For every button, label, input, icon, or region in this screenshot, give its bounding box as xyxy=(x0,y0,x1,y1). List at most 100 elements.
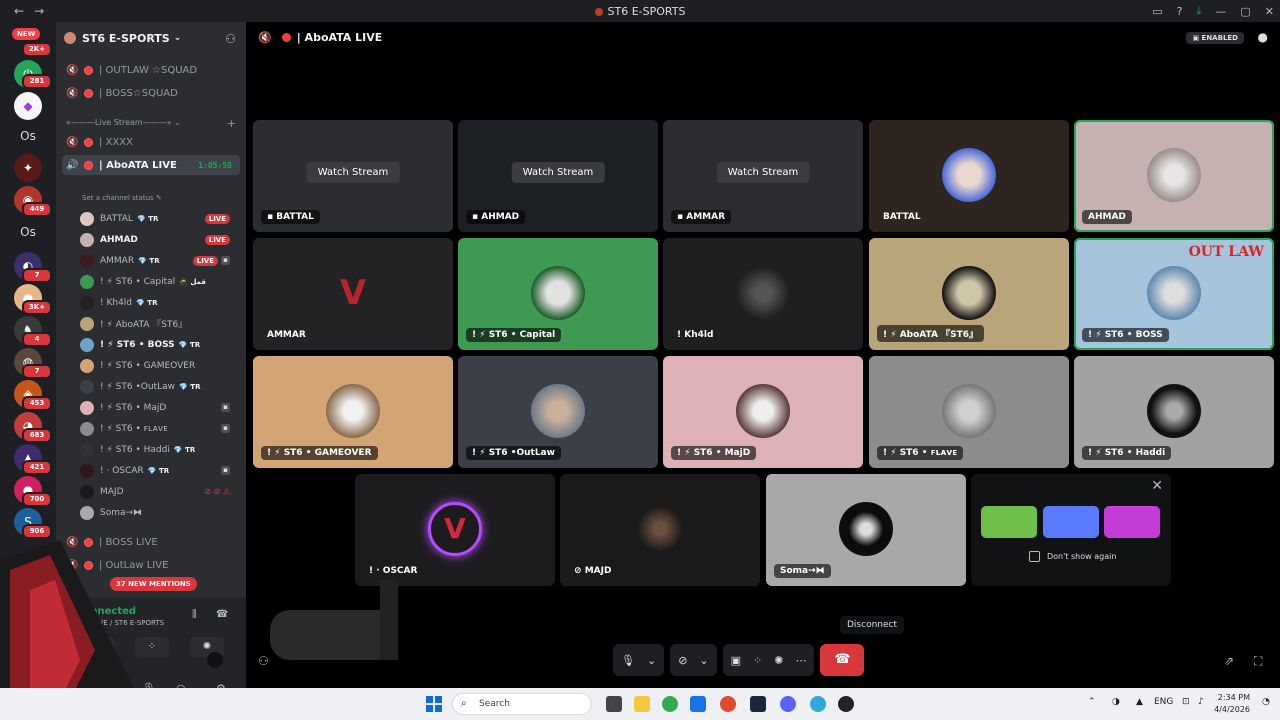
participant-tile[interactable]: ! ⚡ ST6 • Haddi xyxy=(1074,356,1274,468)
voice-member[interactable]: ! ⚡ AboATA 『ST6』 xyxy=(80,314,240,333)
voice-member[interactable]: ! Kh4ld 💎 ƬR xyxy=(80,293,240,312)
network-icon[interactable]: ⊡ xyxy=(1182,697,1190,707)
activities-icon[interactable]: ⁘ xyxy=(753,654,762,667)
volume-icon[interactable]: ♪ xyxy=(1198,697,1204,707)
disconnect-button[interactable]: ☎ xyxy=(820,644,865,676)
voice-member[interactable]: ! ⚡ ST6 •OutLaw 💎 ƬR xyxy=(80,377,240,396)
participant-tile[interactable]: V ! · OSCAR xyxy=(355,474,555,586)
chevron-down-icon[interactable]: ⌄ xyxy=(699,654,708,667)
chevron-down-icon[interactable]: ⌄ xyxy=(647,654,656,667)
participant-tile[interactable]: OUT LAW ! ⚡ ST6 • BOSS xyxy=(1074,238,1274,350)
add-channel-icon[interactable]: + xyxy=(227,117,236,130)
noise-suppression-icon[interactable]: ⫼ xyxy=(192,609,197,620)
obs-icon[interactable] xyxy=(838,696,854,712)
voice-member[interactable]: ! ⚡ ST6 • ꜰʟᴀᴠᴇ ▪ xyxy=(80,419,240,438)
server-icon-os[interactable]: Os xyxy=(14,218,42,246)
soundboard-icon[interactable]: ✺ xyxy=(774,654,783,667)
voice-member[interactable]: ! · OSCAR 💎 ƬR ▪ xyxy=(80,461,240,480)
notification-icon[interactable]: ◔ xyxy=(1262,697,1270,707)
dont-show-checkbox[interactable] xyxy=(1029,551,1040,562)
category-live-stream[interactable]: «———Live Stream———» ⌄ + xyxy=(66,117,236,130)
photos-icon[interactable] xyxy=(690,696,706,712)
participant-tile[interactable]: ! Kh4ld xyxy=(663,238,863,350)
voice-channel-outlaw-live[interactable]: 🔇 | OutLaw LIVE xyxy=(62,555,240,575)
soundboard-button[interactable]: ✺ xyxy=(190,637,224,657)
tray-app-icon[interactable]: ▲ xyxy=(1136,697,1143,707)
game-thumbnail[interactable] xyxy=(981,506,1037,538)
participant-tile[interactable]: ! ⚡ ST6 • GAMEOVER xyxy=(253,356,453,468)
discord-icon[interactable] xyxy=(780,696,796,712)
taskbar-clock[interactable]: 2:34 PM 4/4/2026 xyxy=(1214,692,1250,716)
server-icon-os[interactable]: Os xyxy=(14,122,42,150)
participant-tile[interactable]: V AMMAR xyxy=(253,238,453,350)
minimize-icon[interactable]: — xyxy=(1215,5,1226,18)
windows-start-icon[interactable] xyxy=(426,696,442,712)
taskbar-search[interactable]: ⌕ Search xyxy=(452,693,592,715)
voice-channel-aboata-live[interactable]: 🔊 | AboATA LIVE 1:05:58 xyxy=(62,155,240,175)
voice-member[interactable]: ! ⚡ ST6 • GAMEOVER xyxy=(80,356,240,375)
participant-tile[interactable]: ! ⚡ ST6 • ꜰʟᴀᴠᴇ xyxy=(869,356,1069,468)
back-arrow-icon[interactable]: ← xyxy=(14,4,24,18)
help-icon[interactable]: ? xyxy=(1177,5,1183,18)
mic-control[interactable]: 🎙 ⌄ xyxy=(613,644,665,676)
game-thumbnail[interactable] xyxy=(1104,506,1160,538)
voice-member[interactable]: Soma→⧓ xyxy=(80,503,240,522)
popout-icon[interactable]: ⇗ xyxy=(1224,654,1234,668)
voice-channel-outlaw-squad[interactable]: 🔇 | OUTLAW ☆SQUAD xyxy=(62,60,240,80)
stream-tile[interactable]: Watch Stream ▪ BATTAL xyxy=(253,120,453,232)
maximize-icon[interactable]: ▢ xyxy=(1240,5,1250,18)
game-thumbnail[interactable] xyxy=(1043,506,1099,538)
watch-stream-button[interactable]: Watch Stream xyxy=(511,162,605,183)
close-icon[interactable]: ✕ xyxy=(1265,5,1274,18)
participant-tile[interactable]: ! ⚡ ST6 • Capital xyxy=(458,238,658,350)
participant-tile[interactable]: ! ⚡ ST6 •OutLaw xyxy=(458,356,658,468)
voice-location[interactable]: AboATA LIVE / ST6 E-SPORTS xyxy=(64,619,164,627)
chat-bubble-icon[interactable]: ● xyxy=(1258,30,1268,44)
camera-off-icon[interactable]: ⊘ xyxy=(678,654,687,667)
voice-member[interactable]: ! ⚡ ST6 • BOSS 💎 ƬR xyxy=(80,335,240,354)
voice-member[interactable]: BATTAL 💎 ƬR LIVE xyxy=(80,209,240,228)
voice-member[interactable]: ! ⚡ ST6 • MajD ▪ xyxy=(80,398,240,417)
voice-channel-xxxx[interactable]: 🔇 | XXXX xyxy=(62,132,240,152)
channel-status[interactable]: Set a channel status ✎ xyxy=(82,194,162,202)
voice-channel-boss-squad[interactable]: 🔇 | BOSS☆SQUAD xyxy=(62,83,240,103)
invite-icon[interactable]: ⚇ xyxy=(258,654,269,668)
participant-tile[interactable]: Soma→⧓ xyxy=(766,474,966,586)
disconnect-phone-icon[interactable]: ☎ xyxy=(216,609,228,620)
task-view-icon[interactable] xyxy=(606,696,622,712)
microphone-icon[interactable]: 🎙 xyxy=(621,654,635,667)
screen-share-icon[interactable]: ▣ xyxy=(731,654,741,667)
enabled-badge[interactable]: ▣ ENABLED xyxy=(1186,32,1244,44)
activities-button[interactable]: ⁘ xyxy=(135,637,169,657)
brave-icon[interactable] xyxy=(720,696,736,712)
download-icon[interactable]: ⤓ xyxy=(1197,4,1202,18)
participant-tile[interactable]: ⊘ MAJD xyxy=(560,474,760,586)
server-icon-purple[interactable]: ◆ xyxy=(14,92,42,120)
inbox-icon[interactable]: ▭ xyxy=(1152,5,1162,18)
tray-chevron-icon[interactable]: ⌃ xyxy=(1088,697,1096,707)
chrome-icon[interactable] xyxy=(662,696,678,712)
participant-tile[interactable]: ! ⚡ ST6 • MajD xyxy=(663,356,863,468)
screen-share-button[interactable]: ▣ xyxy=(80,637,114,657)
voice-member[interactable]: ! ⚡ ST6 • Haddi 💎 ƬR xyxy=(80,440,240,459)
server-header[interactable]: ST6 E-SPORTS ⌄ ⚇ xyxy=(56,22,246,54)
server-icon-st6[interactable]: ✦ xyxy=(14,154,42,182)
more-options-icon[interactable]: ⋯ xyxy=(795,654,806,667)
participant-tile[interactable]: AHMAD xyxy=(1074,120,1274,232)
add-user-icon[interactable]: ⚇ xyxy=(225,32,236,46)
voice-member[interactable]: ! ⚡ ST6 • Capital 🥷 قمل xyxy=(80,272,240,291)
voice-member[interactable]: AHMAD LIVE xyxy=(80,230,240,249)
file-explorer-icon[interactable] xyxy=(634,696,650,712)
stream-tile[interactable]: Watch Stream ▪ AMMAR xyxy=(663,120,863,232)
fullscreen-icon[interactable]: ⛶ xyxy=(1254,654,1262,669)
steam-icon[interactable] xyxy=(750,696,766,712)
camera-control[interactable]: ⊘ ⌄ xyxy=(670,644,717,676)
watch-stream-button[interactable]: Watch Stream xyxy=(716,162,810,183)
close-icon[interactable]: ✕ xyxy=(1151,478,1163,494)
tray-app-icon[interactable]: ◑ xyxy=(1112,697,1120,707)
participant-tile[interactable]: BATTAL xyxy=(869,120,1069,232)
language-indicator[interactable]: ENG xyxy=(1154,697,1173,707)
watch-stream-button[interactable]: Watch Stream xyxy=(306,162,400,183)
stream-tile[interactable]: Watch Stream ▪ AHMAD xyxy=(458,120,658,232)
new-mentions-pill[interactable]: 37 NEW MENTIONS xyxy=(110,577,197,591)
